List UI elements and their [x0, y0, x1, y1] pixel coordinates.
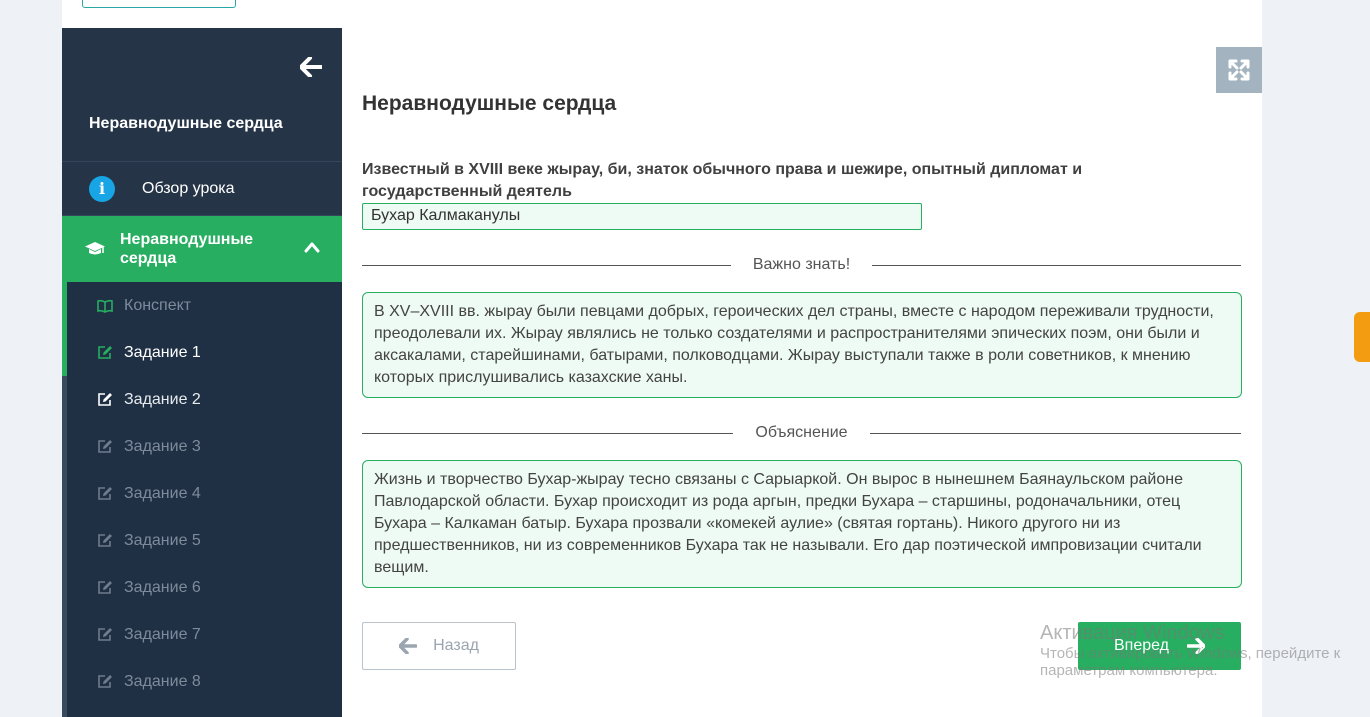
course-title: Неравнодушные сердца [89, 115, 283, 132]
back-button[interactable]: Назад [362, 622, 516, 670]
overview-label: Обзор урока [142, 179, 235, 197]
sidebar-item-label: Задание 3 [124, 437, 201, 455]
sidebar-item-task-6[interactable]: Задание 6 [62, 564, 342, 611]
back-label: Назад [433, 637, 479, 654]
question-text: Известный в XVIII веке жырау, би, знаток… [362, 161, 1083, 200]
sidebar-item-task-4[interactable]: Задание 4 [62, 470, 342, 517]
edit-icon [97, 439, 113, 455]
progress-track [62, 282, 67, 717]
page-title: Неравнодушные сердца [362, 92, 617, 115]
sidebar-item-task-8[interactable]: Задание 8 [62, 658, 342, 705]
divider-line [362, 264, 731, 266]
sidebar-item-label: Задание 8 [124, 672, 201, 690]
sidebar-item-overview[interactable]: i Обзор урока [62, 162, 342, 216]
edit-icon [97, 345, 113, 361]
important-label: Важно знать! [752, 256, 851, 273]
sidebar-item-task-2[interactable]: Задание 2 [62, 376, 342, 423]
fullscreen-button[interactable] [1216, 47, 1262, 93]
sidebar-section-toggle[interactable]: Неравнодушные сердца [62, 216, 342, 282]
chevron-up-icon [304, 242, 320, 253]
divider-line [872, 264, 1241, 266]
feedback-tab[interactable] [1354, 312, 1370, 362]
sidebar-item-label: Задание 2 [124, 390, 201, 408]
sidebar-item-task-5[interactable]: Задание 5 [62, 517, 342, 564]
divider-line [869, 432, 1241, 434]
sidebar-item-label: Конспект [124, 296, 192, 314]
sidebar-header: Неравнодушные сердца [62, 28, 342, 162]
sidebar-item-task-7[interactable]: Задание 7 [62, 611, 342, 658]
book-icon [97, 298, 113, 314]
sidebar-item-konspekt[interactable]: Конспект [62, 282, 342, 329]
next-label: Вперед [1113, 637, 1169, 654]
section-label: Неравнодушные сердца [120, 231, 253, 267]
explanation-card: Жизнь и творчество Бухар-жырау тесно свя… [362, 460, 1242, 588]
top-button[interactable] [82, 0, 236, 8]
arrow-right-icon [1187, 638, 1205, 654]
edit-icon [97, 674, 113, 690]
edit-icon [97, 533, 113, 549]
edit-icon [97, 486, 113, 502]
edit-icon [97, 392, 113, 408]
progress-fill [62, 282, 67, 376]
info-icon: i [89, 175, 115, 202]
sidebar-item-label: Задание 1 [124, 343, 201, 361]
divider-line [362, 432, 734, 434]
sidebar-item-label: Задание 5 [124, 531, 201, 549]
arrow-left-icon [300, 57, 322, 77]
sidebar-item-label: Задание 4 [124, 484, 201, 502]
graduation-cap-icon [85, 242, 105, 255]
explanation-divider: Объяснение [362, 421, 1241, 445]
expand-icon [1228, 59, 1250, 81]
sidebar-item-label: Задание 7 [124, 625, 201, 643]
important-divider: Важно знать! [362, 253, 1241, 277]
sidebar-item-task-3[interactable]: Задание 3 [62, 423, 342, 470]
next-button[interactable]: Вперед [1078, 622, 1241, 670]
edit-icon [97, 627, 113, 643]
answer-field[interactable]: Бухар Калмаканулы [362, 203, 922, 230]
important-card: В XV–XVIII вв. жырау были певцами добрых… [362, 292, 1242, 398]
collapse-sidebar-button[interactable] [298, 54, 324, 80]
edit-icon [97, 580, 113, 596]
sidebar-item-task-1[interactable]: Задание 1 [62, 329, 342, 376]
explanation-label: Объяснение [755, 424, 848, 441]
lesson-list: Конспект Задание 1 Задание 2 Задание 3 Задан… [62, 282, 342, 717]
arrow-left-icon [399, 638, 418, 654]
sidebar-item-label: Задание 6 [124, 578, 201, 596]
sidebar: Неравнодушные сердца i Обзор урока Нерав… [62, 28, 342, 717]
